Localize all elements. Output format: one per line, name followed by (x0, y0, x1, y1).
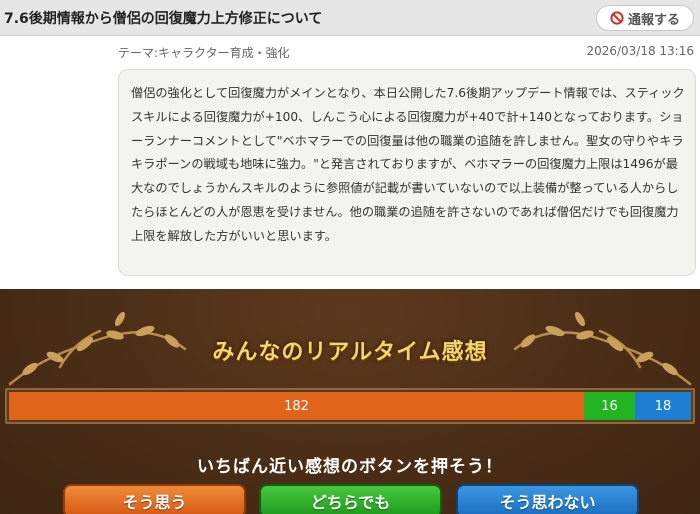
prohibited-icon (610, 11, 624, 25)
agree-segment: 182 (9, 392, 584, 420)
disagree-button[interactable]: そう思わない (456, 484, 639, 514)
agree-button[interactable]: そう思う (63, 484, 246, 514)
report-button-label: 通報する (627, 12, 680, 28)
post-body-bubble: 僧侶の強化として回復魔力がメインとなり、本日公開した7.6後期アップデート情報で… (118, 69, 696, 276)
post-date: 2026/03/18 13:16 (586, 44, 694, 58)
reaction-prompt: いちばん近い感想のボタンを押そう！ (197, 457, 503, 477)
neutral-button[interactable]: どちらでも (259, 484, 442, 514)
report-button[interactable]: 通報する (596, 5, 694, 31)
disagree-segment: 18 (635, 392, 691, 420)
reaction-title: みんなのリアルタイム感想 (212, 340, 488, 365)
post-body-text: 僧侶の強化として回復魔力がメインとなり、本日公開した7.6後期アップデート情報で… (131, 86, 685, 243)
post-theme: テーマ:キャラクター育成・強化 (118, 46, 290, 60)
reaction-bar-track: 182 16 18 (9, 392, 691, 420)
post-header: 7.6後期情報から僧侶の回復魔力上方修正について 通報する (0, 0, 700, 36)
neutral-segment: 16 (584, 392, 635, 420)
reaction-bar: 182 16 18 (5, 388, 695, 424)
post-title: 7.6後期情報から僧侶の回復魔力上方修正について (4, 11, 323, 27)
